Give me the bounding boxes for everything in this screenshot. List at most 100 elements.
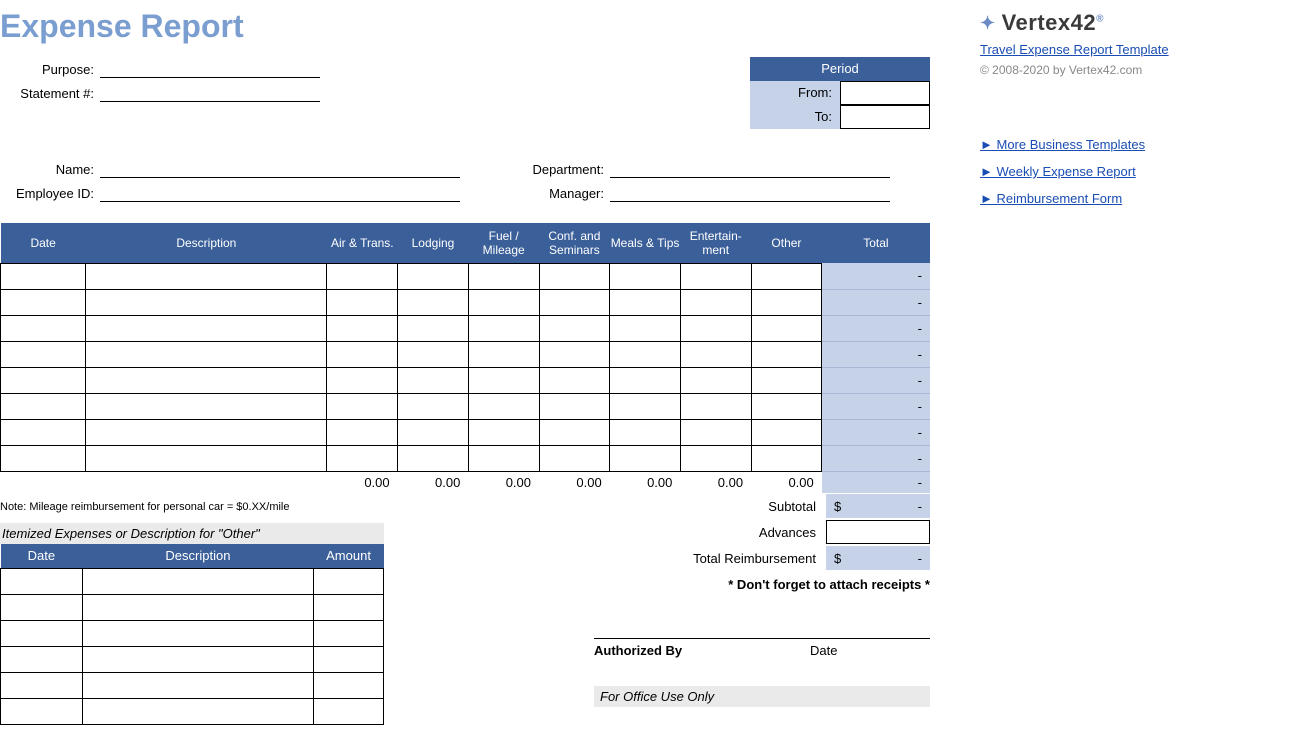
statement-input[interactable] (100, 84, 320, 102)
cell-amount[interactable] (610, 263, 681, 289)
cell-date[interactable] (1, 289, 86, 315)
cell-description[interactable] (86, 341, 327, 367)
cell-date[interactable] (1, 419, 86, 445)
cell-amount[interactable] (680, 445, 751, 471)
cell-amount[interactable] (398, 315, 469, 341)
cell-description[interactable] (86, 289, 327, 315)
sidebar-link[interactable]: ► More Business Templates (980, 137, 1280, 152)
cell-amount[interactable] (680, 341, 751, 367)
cell-description[interactable] (86, 419, 327, 445)
cell-amount[interactable] (398, 367, 469, 393)
cell-date[interactable] (1, 263, 86, 289)
cell-amount[interactable] (398, 289, 469, 315)
item-cell[interactable] (314, 698, 384, 724)
cell-amount[interactable] (751, 445, 822, 471)
cell-amount[interactable] (610, 341, 681, 367)
cell-amount[interactable] (539, 289, 610, 315)
template-link[interactable]: Travel Expense Report Template (980, 42, 1280, 57)
cell-amount[interactable] (468, 393, 539, 419)
cell-description[interactable] (86, 367, 327, 393)
cell-amount[interactable] (468, 419, 539, 445)
cell-date[interactable] (1, 315, 86, 341)
cell-amount[interactable] (398, 445, 469, 471)
name-input[interactable] (100, 160, 460, 178)
cell-description[interactable] (86, 393, 327, 419)
item-cell[interactable] (1, 646, 83, 672)
cell-amount[interactable] (680, 289, 751, 315)
item-cell[interactable] (1, 594, 83, 620)
item-cell[interactable] (314, 646, 384, 672)
item-cell[interactable] (314, 568, 384, 594)
cell-description[interactable] (86, 315, 327, 341)
period-from-input[interactable] (840, 81, 930, 105)
item-cell[interactable] (1, 568, 83, 594)
sidebar-link[interactable]: ► Weekly Expense Report (980, 164, 1280, 179)
item-cell[interactable] (1, 620, 83, 646)
cell-amount[interactable] (327, 263, 398, 289)
cell-amount[interactable] (468, 367, 539, 393)
cell-amount[interactable] (327, 445, 398, 471)
cell-date[interactable] (1, 367, 86, 393)
cell-amount[interactable] (751, 419, 822, 445)
item-cell[interactable] (82, 620, 313, 646)
cell-amount[interactable] (680, 263, 751, 289)
cell-amount[interactable] (468, 263, 539, 289)
item-cell[interactable] (82, 568, 313, 594)
cell-amount[interactable] (539, 445, 610, 471)
cell-amount[interactable] (680, 315, 751, 341)
item-cell[interactable] (314, 620, 384, 646)
cell-amount[interactable] (610, 367, 681, 393)
advances-input[interactable] (826, 520, 930, 544)
cell-amount[interactable] (680, 393, 751, 419)
cell-amount[interactable] (327, 367, 398, 393)
cell-amount[interactable] (610, 315, 681, 341)
cell-amount[interactable] (398, 341, 469, 367)
cell-amount[interactable] (610, 445, 681, 471)
cell-amount[interactable] (327, 393, 398, 419)
item-cell[interactable] (82, 594, 313, 620)
cell-amount[interactable] (610, 289, 681, 315)
item-cell[interactable] (314, 672, 384, 698)
cell-amount[interactable] (539, 419, 610, 445)
cell-amount[interactable] (680, 367, 751, 393)
department-input[interactable] (610, 160, 890, 178)
cell-amount[interactable] (610, 419, 681, 445)
cell-amount[interactable] (610, 393, 681, 419)
cell-description[interactable] (86, 445, 327, 471)
cell-amount[interactable] (539, 393, 610, 419)
cell-amount[interactable] (539, 341, 610, 367)
cell-amount[interactable] (539, 367, 610, 393)
item-cell[interactable] (1, 672, 83, 698)
sidebar-link[interactable]: ► Reimbursement Form (980, 191, 1280, 206)
item-cell[interactable] (1, 698, 83, 724)
cell-amount[interactable] (327, 289, 398, 315)
item-cell[interactable] (314, 594, 384, 620)
cell-date[interactable] (1, 445, 86, 471)
cell-amount[interactable] (751, 367, 822, 393)
purpose-input[interactable] (100, 60, 320, 78)
cell-amount[interactable] (468, 289, 539, 315)
cell-amount[interactable] (327, 315, 398, 341)
cell-amount[interactable] (751, 315, 822, 341)
cell-amount[interactable] (680, 419, 751, 445)
manager-input[interactable] (610, 184, 890, 202)
cell-amount[interactable] (751, 289, 822, 315)
cell-description[interactable] (86, 263, 327, 289)
item-cell[interactable] (82, 672, 313, 698)
cell-date[interactable] (1, 393, 86, 419)
cell-amount[interactable] (468, 445, 539, 471)
cell-amount[interactable] (327, 341, 398, 367)
item-cell[interactable] (82, 698, 313, 724)
cell-amount[interactable] (327, 419, 398, 445)
cell-amount[interactable] (539, 263, 610, 289)
cell-amount[interactable] (751, 263, 822, 289)
cell-amount[interactable] (468, 341, 539, 367)
cell-amount[interactable] (751, 341, 822, 367)
cell-amount[interactable] (539, 315, 610, 341)
cell-amount[interactable] (398, 393, 469, 419)
item-cell[interactable] (82, 646, 313, 672)
cell-amount[interactable] (398, 263, 469, 289)
period-to-input[interactable] (840, 105, 930, 129)
cell-amount[interactable] (751, 393, 822, 419)
cell-date[interactable] (1, 341, 86, 367)
